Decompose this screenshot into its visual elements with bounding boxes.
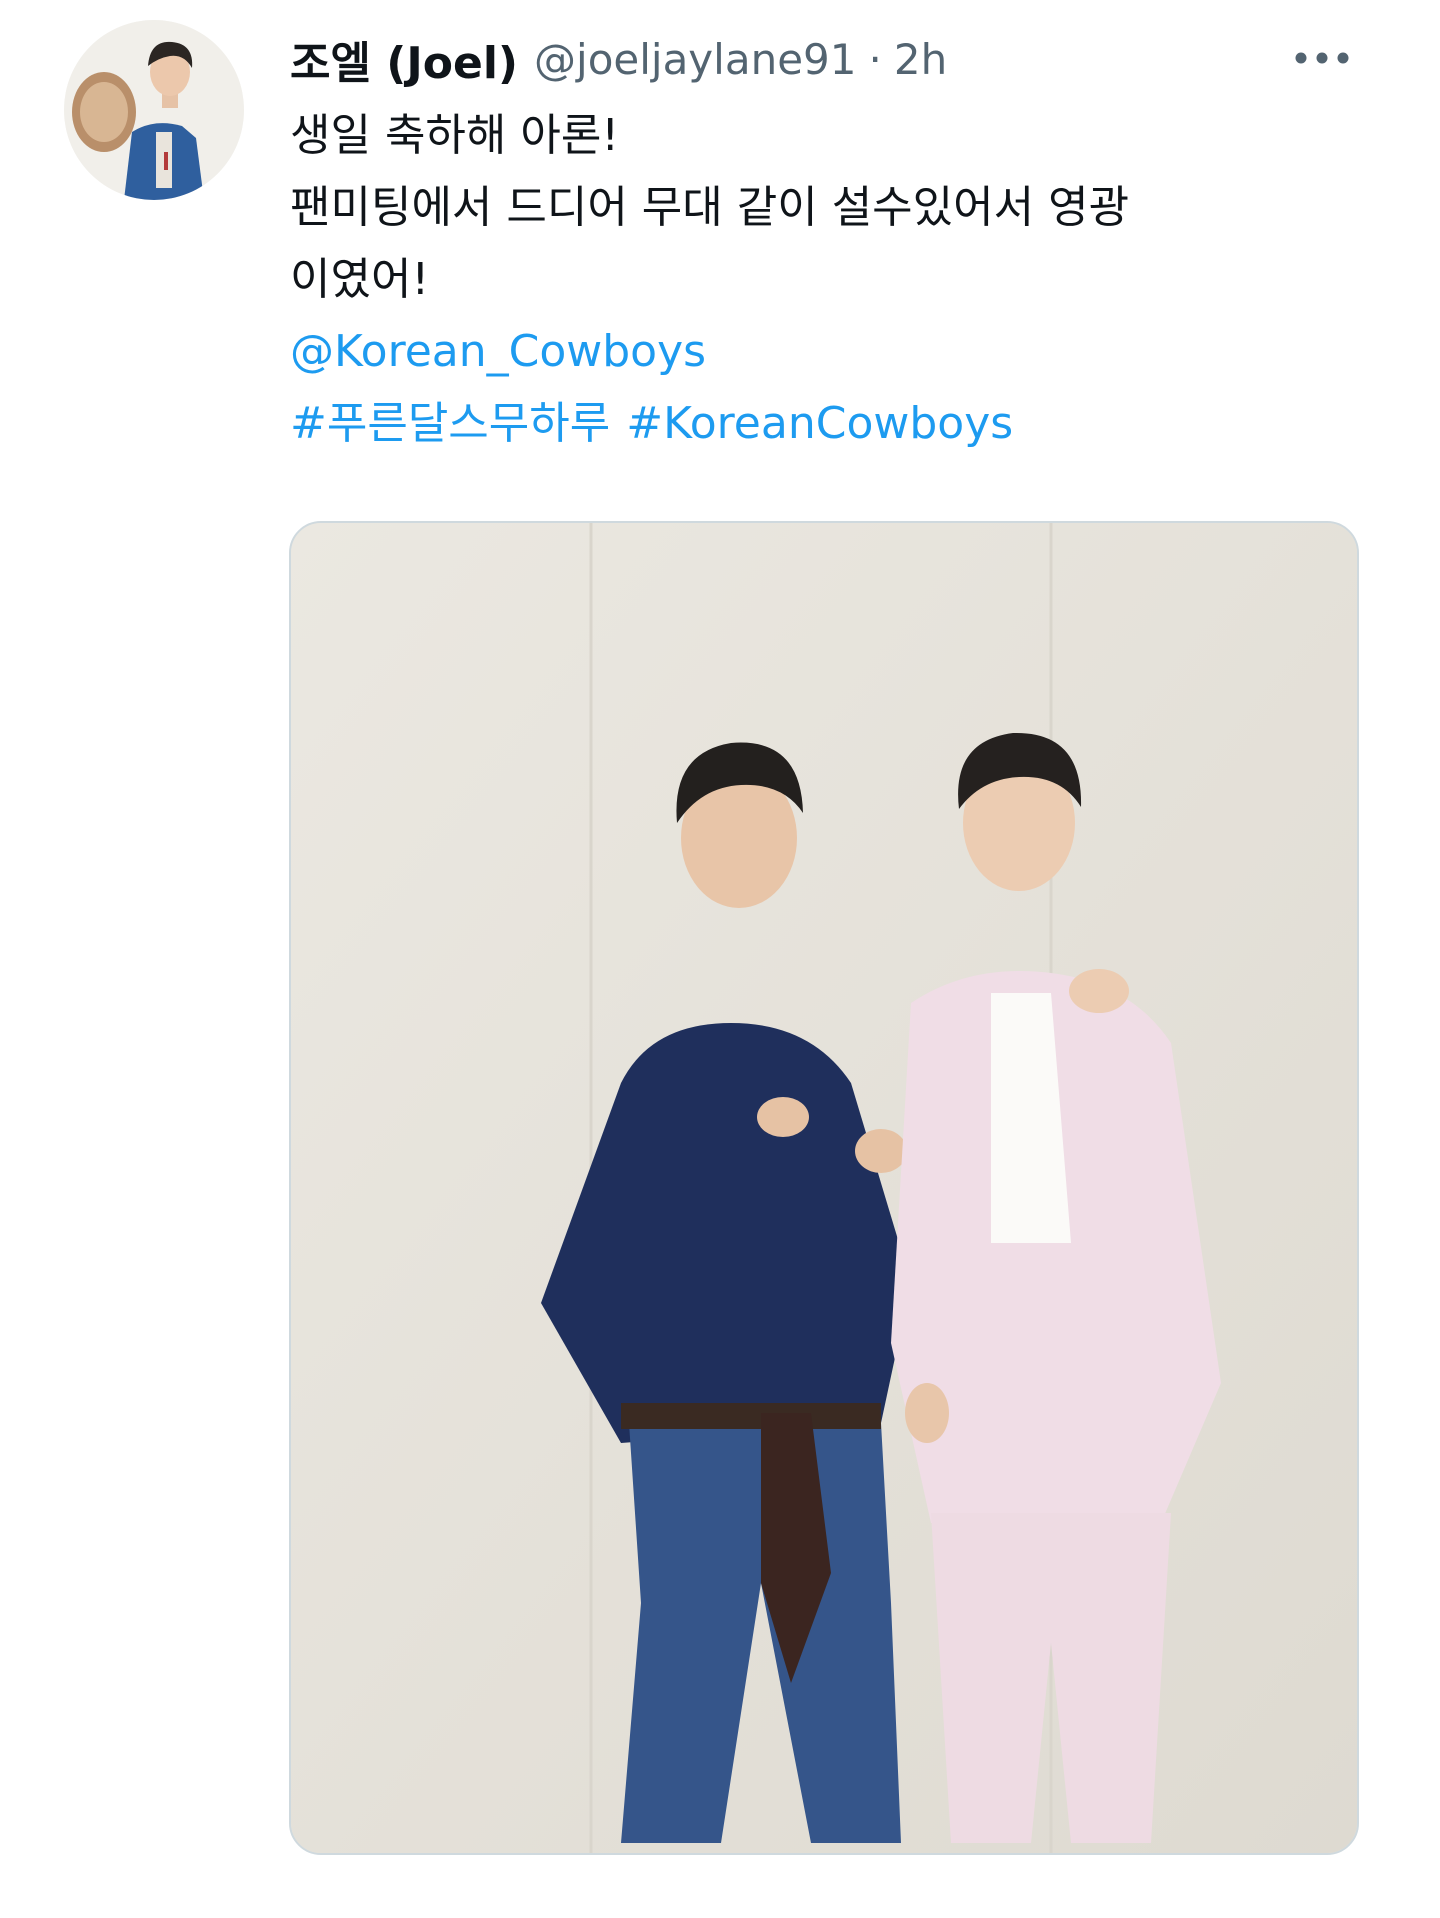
- timestamp[interactable]: 2h: [894, 35, 947, 84]
- hashtags-line: #푸른달스무하루 #KoreanCowboys: [290, 388, 1370, 460]
- hashtag-link[interactable]: #푸른달스무하루: [290, 398, 610, 449]
- more-options-button[interactable]: [1286, 38, 1358, 78]
- tweet-text-line: 이였어!: [290, 254, 430, 305]
- tweet-header: 조엘 (Joel) @joeljaylane91 · 2h: [290, 27, 947, 91]
- avatar[interactable]: [64, 20, 244, 200]
- tweet-text: 생일 축하해 아론! 팬미팅에서 드디어 무대 같이 설수있어서 영광 이였어!…: [290, 100, 1370, 460]
- avatar-image: [64, 20, 244, 200]
- mention-line: @Korean_Cowboys: [290, 316, 1370, 388]
- tweet: 조엘 (Joel) @joeljaylane91 · 2h 생일 축하해 아론!…: [0, 0, 1440, 1918]
- user-handle[interactable]: @joeljaylane91: [534, 35, 856, 84]
- tweet-text-line: 팬미팅에서 드디어 무대 같이 설수있어서 영광: [290, 182, 1130, 233]
- mention-link[interactable]: @Korean_Cowboys: [290, 326, 706, 377]
- display-name[interactable]: 조엘 (Joel): [290, 27, 518, 91]
- tweet-text-line: 생일 축하해 아론!: [290, 110, 619, 161]
- separator-dot: ·: [868, 34, 882, 84]
- hashtag-link[interactable]: #KoreanCowboys: [626, 398, 1013, 449]
- tweet-photo[interactable]: [289, 521, 1359, 1855]
- photo-image: [291, 523, 1357, 1853]
- more-horizontal-icon: [1295, 52, 1349, 64]
